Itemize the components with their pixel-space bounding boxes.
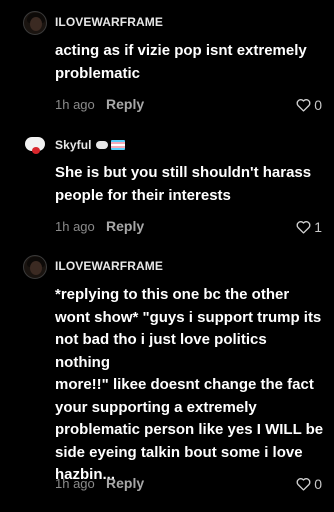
like-button[interactable]: 1 [296, 219, 322, 235]
comment-timestamp: 1h ago [55, 476, 95, 491]
avatar-red-dot [32, 147, 40, 154]
like-button[interactable]: 0 [296, 476, 322, 492]
comment-text: acting as if vizie pop isnt extremely pr… [55, 42, 307, 82]
comment-timestamp: 1h ago [55, 97, 95, 112]
heart-icon [296, 478, 311, 491]
comment-username[interactable]: ILOVEWARFRAME [55, 15, 163, 29]
trans-flag-icon [110, 140, 125, 150]
user-avatar[interactable] [23, 255, 47, 279]
like-count: 0 [314, 476, 322, 492]
like-count: 1 [314, 219, 322, 235]
heart-icon [296, 221, 311, 234]
reply-button[interactable]: Reply [106, 218, 144, 234]
reply-button[interactable]: Reply [106, 475, 144, 491]
comment-timestamp: 1h ago [55, 219, 95, 234]
comment-username[interactable]: ILOVEWARFRAME [55, 259, 163, 273]
reply-button[interactable]: Reply [106, 96, 144, 112]
heart-icon [296, 99, 311, 112]
like-button[interactable]: 0 [296, 97, 322, 113]
comment-username[interactable]: Skyful [55, 138, 125, 152]
like-count: 0 [314, 97, 322, 113]
avatar-face [30, 17, 42, 31]
avatar-face [30, 261, 42, 275]
user-avatar[interactable] [23, 134, 47, 158]
comment-text: She is but you still shouldn't harass pe… [55, 164, 312, 204]
username-text: Skyful [55, 138, 92, 152]
cloud-emoji-icon [95, 141, 108, 149]
comment-text: *replying to this one bc the other wont … [55, 286, 324, 483]
user-avatar[interactable] [23, 11, 47, 35]
